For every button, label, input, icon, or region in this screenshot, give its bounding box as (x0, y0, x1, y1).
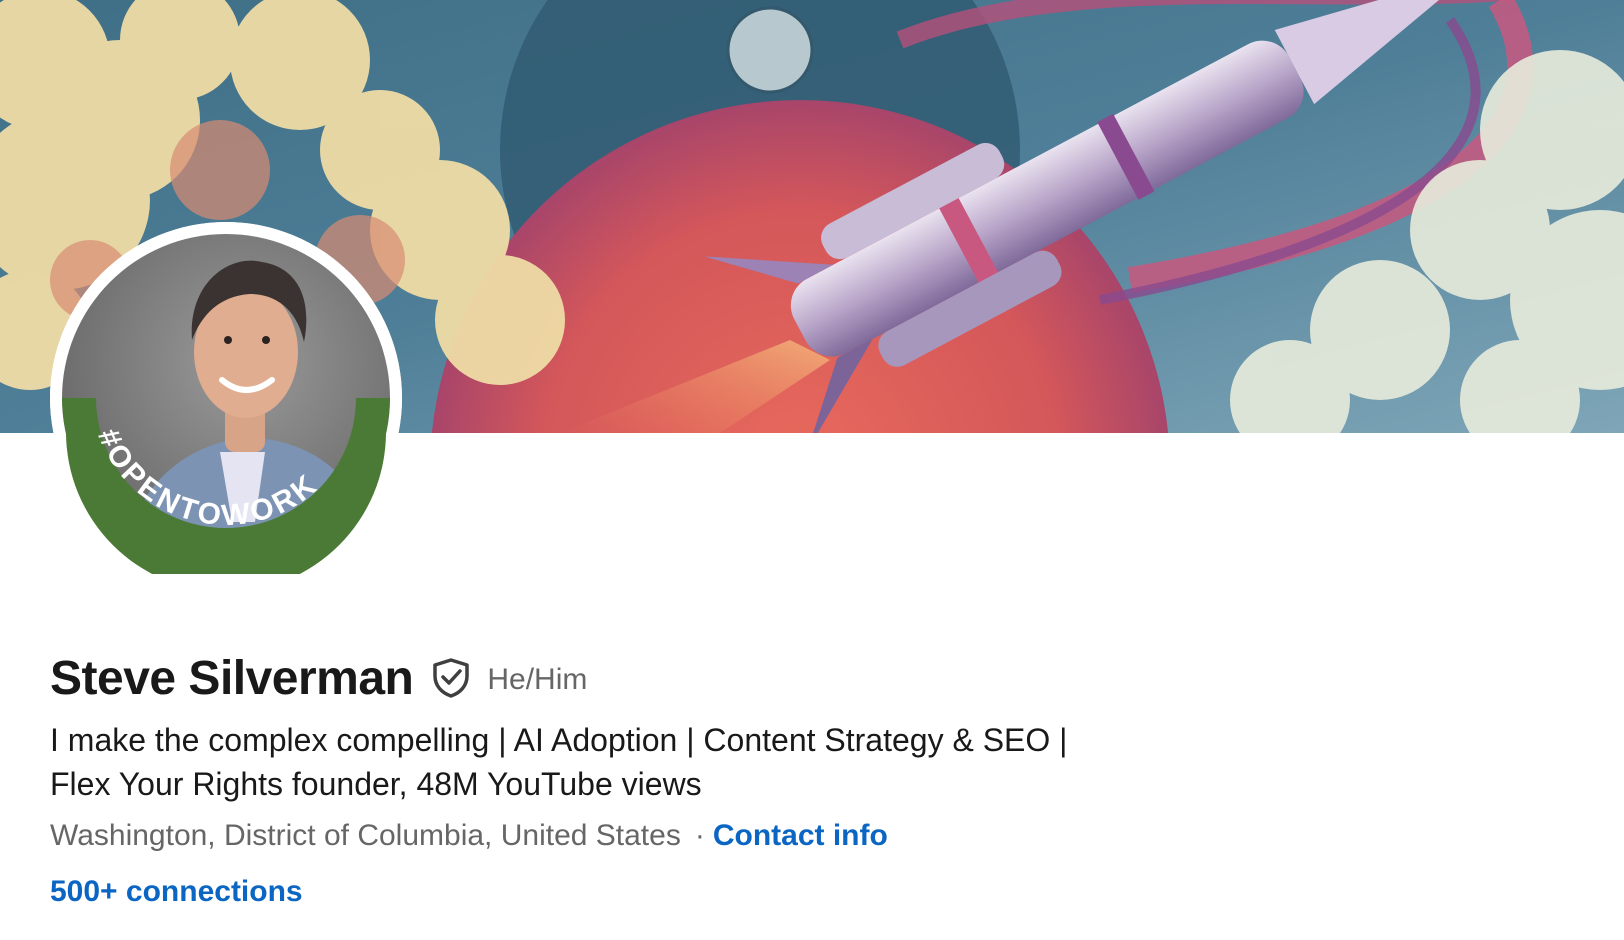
profile-name: Steve Silverman (50, 651, 414, 705)
pronouns: He/Him (487, 663, 588, 696)
profile-headline: I make the complex compelling | AI Adopt… (50, 722, 1068, 802)
shield-check-icon[interactable] (429, 656, 473, 700)
location-row: Washington, District of Columbia, United… (50, 816, 888, 856)
profile-card: #OPENTOWORK Steve Silverman He/Him I mak… (0, 0, 1624, 940)
profile-location: Washington, District of Columbia, United… (50, 819, 681, 852)
contact-info-link[interactable]: Contact info (713, 819, 888, 852)
profile-photo[interactable]: #OPENTOWORK (50, 222, 402, 574)
avatar-open-to-work-frame: #OPENTOWORK (50, 222, 402, 574)
connections-link[interactable]: 500+ connections (50, 872, 303, 912)
separator-dot: · (694, 819, 705, 852)
name-row: Steve Silverman He/Him (50, 648, 587, 708)
